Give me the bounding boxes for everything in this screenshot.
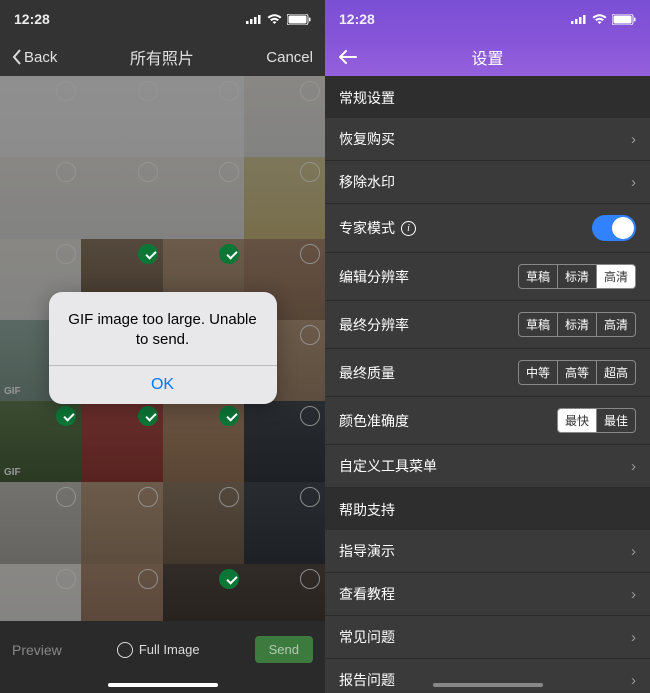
nav-bar: Back 所有照片 Cancel bbox=[0, 38, 325, 76]
chevron-right-icon: › bbox=[631, 458, 636, 475]
row-label: 最终分辨率 bbox=[339, 315, 409, 335]
photo-picker-screen: 12:28 Back 所有照片 Cancel GIF GIF bbox=[0, 0, 325, 693]
status-indicators bbox=[246, 14, 311, 25]
signal-icon bbox=[246, 14, 262, 24]
cancel-button[interactable]: Cancel bbox=[266, 49, 313, 66]
seg-opt[interactable]: 标清 bbox=[558, 312, 597, 337]
section-help: 帮助支持 bbox=[325, 488, 650, 530]
alert-message: GIF image too large. Unable to send. bbox=[65, 310, 261, 349]
seg-opt[interactable]: 高清 bbox=[597, 312, 636, 337]
row-restore-purchase[interactable]: 恢复购买 › bbox=[325, 118, 650, 161]
chevron-right-icon: › bbox=[631, 586, 636, 603]
wifi-icon bbox=[267, 14, 282, 25]
seg-opt[interactable]: 超高 bbox=[597, 360, 636, 385]
seg-opt[interactable]: 中等 bbox=[518, 360, 558, 385]
row-label: 恢复购买 bbox=[339, 129, 395, 149]
wifi-icon bbox=[592, 14, 607, 25]
alert-ok-button[interactable]: OK bbox=[49, 366, 277, 404]
row-color-accuracy: 颜色准确度 最快 最佳 bbox=[325, 397, 650, 445]
alert-dialog: GIF image too large. Unable to send. OK bbox=[49, 292, 277, 404]
status-time: 12:28 bbox=[14, 11, 50, 27]
settings-screen: 12:28 设置 常规设置 恢复购买 › 移除水印 › 专家模式 i bbox=[325, 0, 650, 693]
status-bar: 12:28 bbox=[0, 0, 325, 38]
edit-res-segment[interactable]: 草稿 标清 高清 bbox=[518, 264, 636, 289]
send-button[interactable]: Send bbox=[255, 636, 313, 663]
row-label: 专家模式 bbox=[339, 218, 395, 238]
seg-opt[interactable]: 草稿 bbox=[518, 264, 558, 289]
row-final-quality: 最终质量 中等 高等 超高 bbox=[325, 349, 650, 397]
settings-list[interactable]: 常规设置 恢复购买 › 移除水印 › 专家模式 i 编辑分辨率 草稿 标清 高清… bbox=[325, 76, 650, 693]
row-label: 移除水印 bbox=[339, 172, 395, 192]
row-final-resolution: 最终分辨率 草稿 标清 高清 bbox=[325, 301, 650, 349]
preview-button[interactable]: Preview bbox=[12, 642, 62, 658]
color-accuracy-segment[interactable]: 最快 最佳 bbox=[557, 408, 636, 433]
info-icon[interactable]: i bbox=[401, 221, 416, 236]
row-report[interactable]: 报告问题 › bbox=[325, 659, 650, 693]
row-expert-mode: 专家模式 i bbox=[325, 204, 650, 253]
chevron-right-icon: › bbox=[631, 543, 636, 560]
row-label: 报告问题 bbox=[339, 670, 395, 690]
full-image-label: Full Image bbox=[139, 642, 200, 657]
seg-opt[interactable]: 最快 bbox=[557, 408, 597, 433]
final-res-segment[interactable]: 草稿 标清 高清 bbox=[518, 312, 636, 337]
expert-mode-toggle[interactable] bbox=[592, 215, 636, 241]
row-view-tutorial[interactable]: 查看教程 › bbox=[325, 573, 650, 616]
back-button[interactable] bbox=[339, 50, 357, 64]
status-time: 12:28 bbox=[339, 11, 375, 27]
seg-opt[interactable]: 最佳 bbox=[597, 408, 636, 433]
radio-icon bbox=[117, 642, 133, 658]
row-label: 编辑分辨率 bbox=[339, 267, 409, 287]
seg-opt[interactable]: 草稿 bbox=[518, 312, 558, 337]
back-button[interactable]: Back bbox=[12, 49, 57, 66]
signal-icon bbox=[571, 14, 587, 24]
arrow-left-icon bbox=[339, 50, 357, 64]
back-label: Back bbox=[24, 49, 57, 66]
row-label: 指导演示 bbox=[339, 541, 395, 561]
battery-icon bbox=[287, 14, 311, 25]
final-quality-segment[interactable]: 中等 高等 超高 bbox=[518, 360, 636, 385]
battery-icon bbox=[612, 14, 636, 25]
chevron-right-icon: › bbox=[631, 672, 636, 689]
nav-title: 所有照片 bbox=[130, 45, 194, 69]
row-label: 自定义工具菜单 bbox=[339, 456, 437, 476]
chevron-right-icon: › bbox=[631, 629, 636, 646]
row-faq[interactable]: 常见问题 › bbox=[325, 616, 650, 659]
full-image-toggle[interactable]: Full Image bbox=[117, 642, 200, 658]
row-custom-tools[interactable]: 自定义工具菜单 › bbox=[325, 445, 650, 488]
home-indicator bbox=[433, 683, 543, 687]
row-label: 查看教程 bbox=[339, 584, 395, 604]
row-edit-resolution: 编辑分辨率 草稿 标清 高清 bbox=[325, 253, 650, 301]
home-indicator bbox=[108, 683, 218, 687]
status-indicators bbox=[571, 14, 636, 25]
seg-opt[interactable]: 高等 bbox=[558, 360, 597, 385]
seg-opt[interactable]: 标清 bbox=[558, 264, 597, 289]
row-label: 颜色准确度 bbox=[339, 411, 409, 431]
row-label: 常见问题 bbox=[339, 627, 395, 647]
section-general: 常规设置 bbox=[325, 76, 650, 118]
chevron-right-icon: › bbox=[631, 131, 636, 148]
row-label: 最终质量 bbox=[339, 363, 395, 383]
seg-opt[interactable]: 高清 bbox=[597, 264, 636, 289]
row-remove-watermark[interactable]: 移除水印 › bbox=[325, 161, 650, 204]
row-tutorial[interactable]: 指导演示 › bbox=[325, 530, 650, 573]
header-title: 设置 bbox=[471, 45, 503, 69]
chevron-left-icon bbox=[12, 49, 22, 65]
chevron-right-icon: › bbox=[631, 174, 636, 191]
header: 设置 bbox=[325, 38, 650, 76]
status-bar: 12:28 bbox=[325, 0, 650, 38]
